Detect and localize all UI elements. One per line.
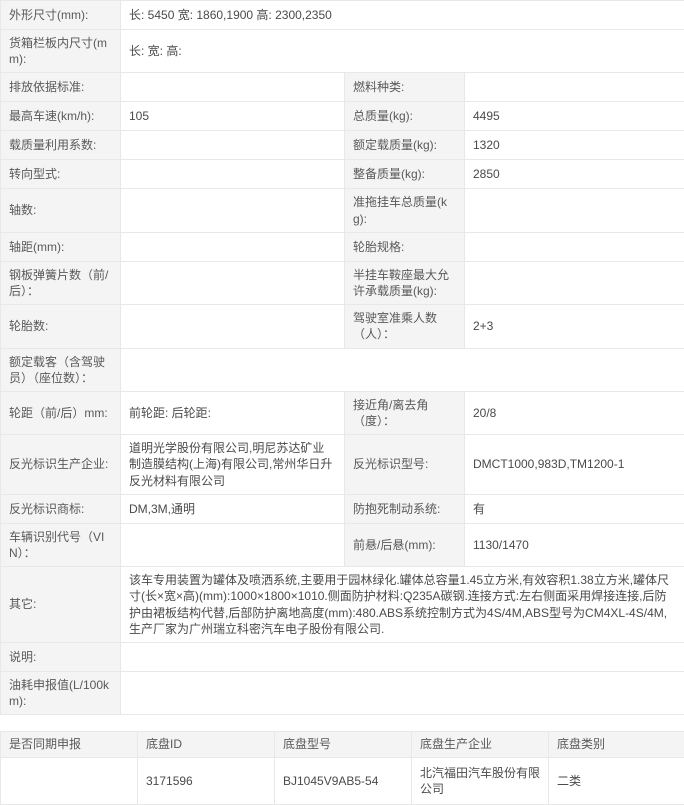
spec-row: 载质量利用系数: 额定载质量(kg):1320 <box>1 131 684 160</box>
spec-label: 排放依据标准: <box>1 73 121 102</box>
spec-row: 轴数: 准拖挂车总质量(kg): <box>1 189 684 232</box>
spec-value <box>121 189 345 232</box>
spec-row: 油耗申报值(L/100km): <box>1 671 684 714</box>
chassis-table-body: 3171596BJ1045V9AB5-54北汽福田汽车股份有限公司二类 <box>1 757 684 804</box>
spec-row: 转向型式: 整备质量(kg):2850 <box>1 160 684 189</box>
chassis-table-header-row: 是否同期申报底盘ID底盘型号底盘生产企业底盘类别 <box>1 732 684 757</box>
chassis-column-header: 底盘生产企业 <box>412 732 549 757</box>
chassis-cell: BJ1045V9AB5-54 <box>275 757 412 804</box>
spec-label: 轴数: <box>1 189 121 232</box>
spec-value <box>121 523 345 566</box>
spec-value: 4495 <box>465 102 684 131</box>
spec-value: 1130/1470 <box>465 523 684 566</box>
spec-value: 该车专用装置为罐体及喷洒系统,主要用于园林绿化.罐体总容量1.45立方米,有效容… <box>121 567 684 643</box>
spec-value: 前轮距: 后轮距: <box>121 391 345 434</box>
spec-label: 油耗申报值(L/100km): <box>1 671 121 714</box>
spec-label: 说明: <box>1 642 121 671</box>
spec-label: 轮距（前/后）mm: <box>1 391 121 434</box>
spec-label: 额定载客（含驾驶员）（座位数）： <box>1 348 121 391</box>
spec-value <box>121 131 345 160</box>
spec-row: 说明: <box>1 642 684 671</box>
spec-label: 总质量(kg): <box>345 102 465 131</box>
spec-label: 反光标识生产企业: <box>1 435 121 495</box>
spec-value <box>121 348 684 391</box>
spec-value: 长: 5450 宽: 1860,1900 高: 2300,2350 <box>121 1 684 30</box>
spec-value: 20/8 <box>465 391 684 434</box>
spec-value <box>465 189 684 232</box>
chassis-column-header: 底盘型号 <box>275 732 412 757</box>
spec-row: 钢板弹簧片数（前/后）： 半挂车鞍座最大允许承载质量(kg): <box>1 261 684 304</box>
chassis-cell: 二类 <box>549 757 684 804</box>
spec-label: 其它: <box>1 567 121 643</box>
spec-label: 驾驶室准乘人数（人）： <box>345 305 465 348</box>
spec-value: 长: 宽: 高: <box>121 30 684 73</box>
spec-label: 轮胎数: <box>1 305 121 348</box>
spec-value <box>121 160 345 189</box>
spec-value: DMCT1000,983D,TM1200-1 <box>465 435 684 495</box>
spec-row: 外形尺寸(mm):长: 5450 宽: 1860,1900 高: 2300,23… <box>1 1 684 30</box>
spec-value: 1320 <box>465 131 684 160</box>
spec-row: 排放依据标准: 燃料种类: <box>1 73 684 102</box>
chassis-column-header: 底盘ID <box>138 732 275 757</box>
spec-value <box>465 73 684 102</box>
spec-value <box>121 261 345 304</box>
spec-label: 准拖挂车总质量(kg): <box>345 189 465 232</box>
spec-value: 2+3 <box>465 305 684 348</box>
spec-row: 轴距(mm): 轮胎规格: <box>1 232 684 261</box>
spec-label: 接近角/离去角（度）： <box>345 391 465 434</box>
chassis-column-header: 底盘类别 <box>549 732 684 757</box>
chassis-table: 是否同期申报底盘ID底盘型号底盘生产企业底盘类别 3171596BJ1045V9… <box>0 731 684 805</box>
spec-label: 燃料种类: <box>345 73 465 102</box>
spec-label: 反光标识型号: <box>345 435 465 495</box>
spec-value <box>121 232 345 261</box>
chassis-column-header: 是否同期申报 <box>1 732 138 757</box>
spec-value: 道明光学股份有限公司,明尼苏达矿业制造膜结构(上海)有限公司,常州华日升反光材料… <box>121 435 345 495</box>
chassis-cell: 北汽福田汽车股份有限公司 <box>412 757 549 804</box>
spec-label: 转向型式: <box>1 160 121 189</box>
spec-label: 车辆识别代号（VIN）： <box>1 523 121 566</box>
spec-row: 反光标识商标:DM,3M,通明防抱死制动系统:有 <box>1 494 684 523</box>
spec-value <box>121 671 684 714</box>
table-gap <box>0 715 684 731</box>
vehicle-spec-table-body: 外形尺寸(mm):长: 5450 宽: 1860,1900 高: 2300,23… <box>1 1 684 715</box>
spec-row: 其它:该车专用装置为罐体及喷洒系统,主要用于园林绿化.罐体总容量1.45立方米,… <box>1 567 684 643</box>
spec-label: 半挂车鞍座最大允许承载质量(kg): <box>345 261 465 304</box>
spec-label: 防抱死制动系统: <box>345 494 465 523</box>
spec-row: 最高车速(km/h):105总质量(kg):4495 <box>1 102 684 131</box>
spec-row: 货箱栏板内尺寸(mm):长: 宽: 高: <box>1 30 684 73</box>
spec-row: 车辆识别代号（VIN）： 前悬/后悬(mm):1130/1470 <box>1 523 684 566</box>
spec-value: 105 <box>121 102 345 131</box>
spec-value <box>121 73 345 102</box>
chassis-cell: 3171596 <box>138 757 275 804</box>
spec-label: 轮胎规格: <box>345 232 465 261</box>
spec-row: 额定载客（含驾驶员）（座位数）： <box>1 348 684 391</box>
spec-label: 钢板弹簧片数（前/后）： <box>1 261 121 304</box>
spec-row: 轮距（前/后）mm:前轮距: 后轮距:接近角/离去角（度）：20/8 <box>1 391 684 434</box>
spec-label: 轴距(mm): <box>1 232 121 261</box>
spec-label: 外形尺寸(mm): <box>1 1 121 30</box>
spec-value: 2850 <box>465 160 684 189</box>
spec-label: 载质量利用系数: <box>1 131 121 160</box>
spec-value <box>121 642 684 671</box>
vehicle-spec-table: 外形尺寸(mm):长: 5450 宽: 1860,1900 高: 2300,23… <box>0 0 684 715</box>
chassis-cell <box>1 757 138 804</box>
spec-row: 轮胎数: 驾驶室准乘人数（人）：2+3 <box>1 305 684 348</box>
spec-label: 最高车速(km/h): <box>1 102 121 131</box>
spec-value: 有 <box>465 494 684 523</box>
spec-label: 整备质量(kg): <box>345 160 465 189</box>
spec-value: DM,3M,通明 <box>121 494 345 523</box>
spec-value <box>465 261 684 304</box>
spec-label: 货箱栏板内尺寸(mm): <box>1 30 121 73</box>
spec-value <box>121 305 345 348</box>
spec-label: 前悬/后悬(mm): <box>345 523 465 566</box>
vehicle-announcement-page: 外形尺寸(mm):长: 5450 宽: 1860,1900 高: 2300,23… <box>0 0 684 805</box>
spec-label: 额定载质量(kg): <box>345 131 465 160</box>
spec-row: 反光标识生产企业:道明光学股份有限公司,明尼苏达矿业制造膜结构(上海)有限公司,… <box>1 435 684 495</box>
spec-value <box>465 232 684 261</box>
spec-label: 反光标识商标: <box>1 494 121 523</box>
chassis-row: 3171596BJ1045V9AB5-54北汽福田汽车股份有限公司二类 <box>1 757 684 804</box>
